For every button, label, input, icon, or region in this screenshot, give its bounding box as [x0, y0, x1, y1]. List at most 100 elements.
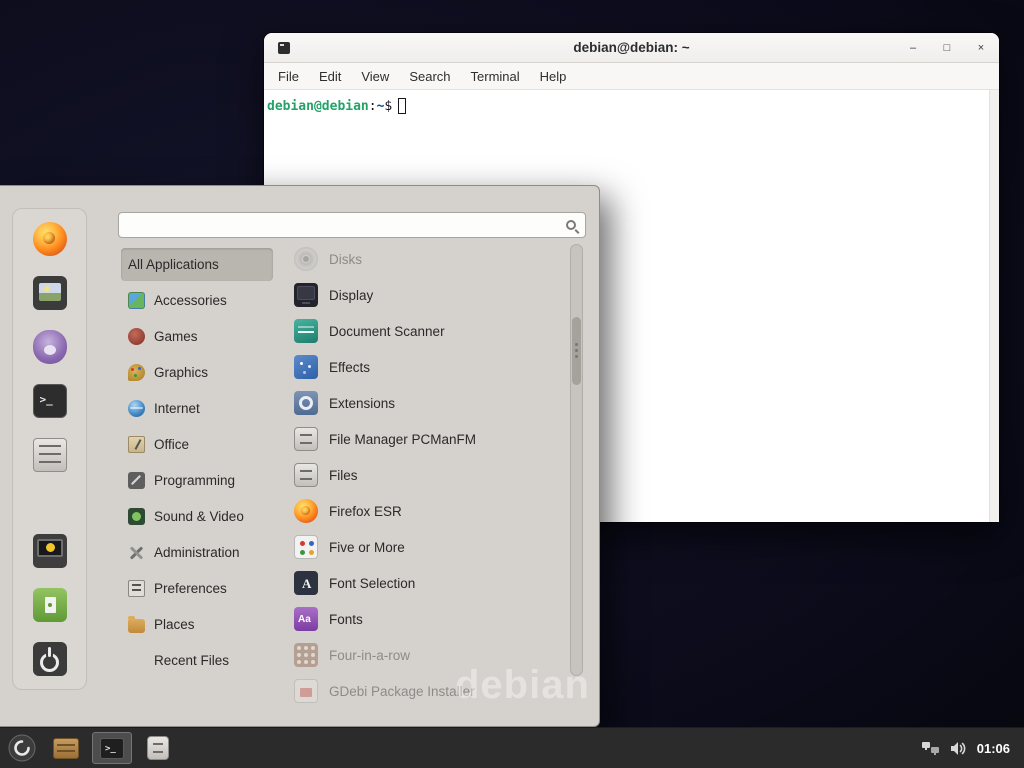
- favorites-column: [12, 208, 87, 690]
- terminal-app-icon: [278, 42, 290, 54]
- shutdown-button[interactable]: [29, 641, 71, 677]
- document-scanner-icon: [294, 319, 318, 343]
- debian-menu-icon: [8, 734, 36, 762]
- app-item-disks[interactable]: Disks: [284, 241, 568, 277]
- terminal-icon: [100, 738, 124, 759]
- prompt-path: ~: [377, 99, 385, 114]
- office-icon: [128, 436, 145, 453]
- volume-icon[interactable]: [950, 741, 966, 756]
- taskbar-terminal-button[interactable]: [92, 732, 132, 764]
- application-list: Disks Display Document Scanner Effects E…: [284, 241, 568, 709]
- favorite-files[interactable]: [29, 437, 71, 473]
- administration-icon: [128, 544, 145, 561]
- panel-clock[interactable]: 01:06: [977, 741, 1010, 756]
- system-tray: 01:06: [922, 741, 1018, 756]
- category-list: All Applications Accessories Games Graph…: [121, 248, 273, 680]
- terminal-cursor: [398, 98, 406, 114]
- maximize-icon[interactable]: □: [939, 40, 955, 56]
- terminal-menubar: File Edit View Search Terminal Help: [264, 63, 999, 90]
- extensions-icon: [294, 391, 318, 415]
- log-out-button[interactable]: [29, 587, 71, 623]
- gdebi-icon: [294, 679, 318, 703]
- internet-icon: [128, 400, 145, 417]
- four-in-a-row-icon: [294, 643, 318, 667]
- menu-terminal[interactable]: Terminal: [461, 63, 530, 90]
- five-or-more-icon: [294, 535, 318, 559]
- prompt-user-host: debian@debian: [267, 99, 369, 114]
- network-icon[interactable]: [922, 741, 939, 756]
- preferences-icon: [128, 580, 145, 597]
- category-sound-video[interactable]: Sound & Video: [121, 500, 273, 533]
- terminal-scrollbar[interactable]: [989, 90, 999, 522]
- menu-view[interactable]: View: [351, 63, 399, 90]
- programming-icon: [128, 472, 145, 489]
- app-item-fonts[interactable]: Fonts: [284, 601, 568, 637]
- favorite-firefox[interactable]: [29, 221, 71, 257]
- scrollbar-thumb[interactable]: [572, 317, 581, 385]
- category-internet[interactable]: Internet: [121, 392, 273, 425]
- terminal-title: debian@debian: ~: [264, 40, 999, 55]
- photos-icon: [33, 276, 67, 310]
- lock-screen-icon: [33, 534, 67, 568]
- places-icon: [128, 619, 145, 633]
- category-accessories[interactable]: Accessories: [121, 284, 273, 317]
- favorite-terminal[interactable]: [29, 383, 71, 419]
- app-item-font-selection[interactable]: Font Selection: [284, 565, 568, 601]
- category-icon-spacer: [128, 652, 145, 669]
- pidgin-icon: [33, 330, 67, 364]
- terminal-icon: [33, 384, 67, 418]
- menu-help[interactable]: Help: [530, 63, 577, 90]
- category-recent-files[interactable]: Recent Files: [121, 644, 273, 677]
- firefox-icon: [294, 499, 318, 523]
- search-input[interactable]: [119, 213, 566, 237]
- app-item-five-or-more[interactable]: Five or More: [284, 529, 568, 565]
- graphics-icon: [128, 364, 145, 381]
- app-item-files[interactable]: Files: [284, 457, 568, 493]
- menu-file[interactable]: File: [268, 63, 309, 90]
- app-item-gdebi-package-installer[interactable]: GDebi Package Installer: [284, 673, 568, 709]
- file-manager-icon: [147, 736, 169, 760]
- category-preferences[interactable]: Preferences: [121, 572, 273, 605]
- category-administration[interactable]: Administration: [121, 536, 273, 569]
- menu-edit[interactable]: Edit: [309, 63, 351, 90]
- shutdown-icon: [33, 642, 67, 676]
- font-selection-icon: [294, 571, 318, 595]
- games-icon: [128, 328, 145, 345]
- category-places[interactable]: Places: [121, 608, 273, 641]
- app-item-effects[interactable]: Effects: [284, 349, 568, 385]
- category-programming[interactable]: Programming: [121, 464, 273, 497]
- taskbar-file-manager-button[interactable]: [138, 732, 178, 764]
- favorite-photos[interactable]: [29, 275, 71, 311]
- prompt-colon: :: [369, 99, 377, 114]
- category-all-applications[interactable]: All Applications: [121, 248, 273, 281]
- log-out-icon: [33, 588, 67, 622]
- favorite-pidgin[interactable]: [29, 329, 71, 365]
- menu-search[interactable]: Search: [399, 63, 460, 90]
- effects-icon: [294, 355, 318, 379]
- taskbar-file-archiver-button[interactable]: [46, 732, 86, 764]
- application-menu: All Applications Accessories Games Graph…: [0, 185, 600, 727]
- sound-video-icon: [128, 508, 145, 525]
- menu-scrollbar[interactable]: [570, 244, 583, 676]
- search-box[interactable]: [118, 212, 586, 238]
- close-icon[interactable]: ×: [973, 40, 989, 56]
- category-graphics[interactable]: Graphics: [121, 356, 273, 389]
- file-manager-icon: [294, 427, 318, 451]
- app-item-file-manager-pcmanfm[interactable]: File Manager PCManFM: [284, 421, 568, 457]
- lock-screen-button[interactable]: [29, 533, 71, 569]
- files-icon: [294, 463, 318, 487]
- fonts-icon: [294, 607, 318, 631]
- terminal-prompt: debian@debian:~$: [267, 98, 985, 114]
- terminal-titlebar[interactable]: debian@debian: ~ – □ ×: [264, 33, 999, 63]
- display-icon: [294, 283, 318, 307]
- app-item-firefox-esr[interactable]: Firefox ESR: [284, 493, 568, 529]
- app-item-display[interactable]: Display: [284, 277, 568, 313]
- window-controls: – □ ×: [905, 33, 989, 63]
- menu-button[interactable]: [6, 732, 38, 764]
- app-item-extensions[interactable]: Extensions: [284, 385, 568, 421]
- category-games[interactable]: Games: [121, 320, 273, 353]
- app-item-four-in-a-row[interactable]: Four-in-a-row: [284, 637, 568, 673]
- minimize-icon[interactable]: –: [905, 40, 921, 56]
- app-item-document-scanner[interactable]: Document Scanner: [284, 313, 568, 349]
- category-office[interactable]: Office: [121, 428, 273, 461]
